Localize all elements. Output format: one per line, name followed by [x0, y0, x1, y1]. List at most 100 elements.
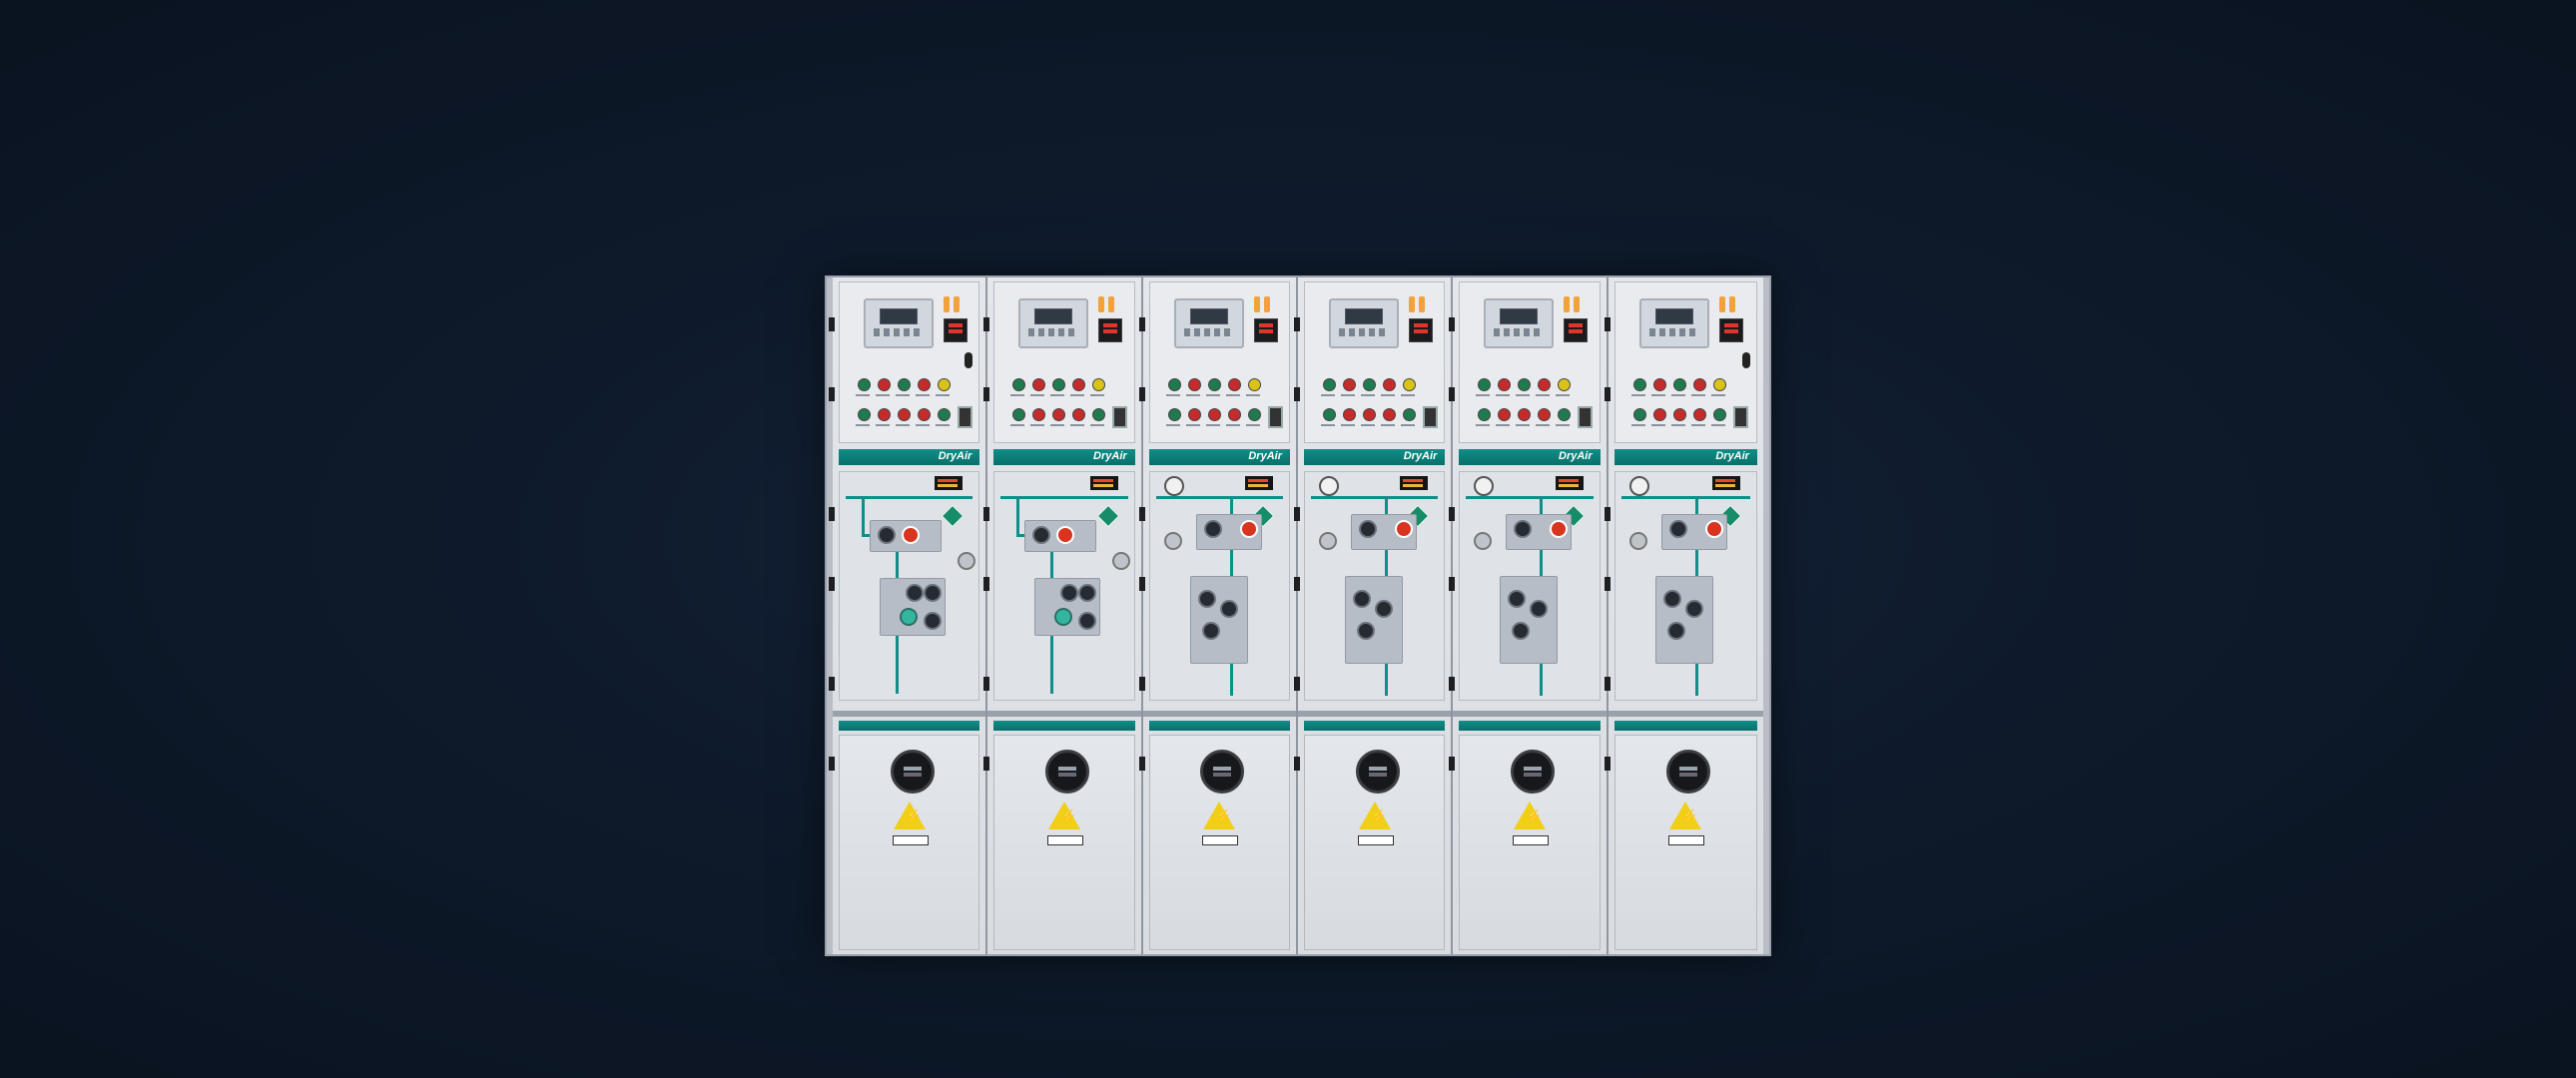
push-button[interactable]: [898, 408, 911, 421]
door-lock-icon[interactable]: [965, 352, 973, 368]
door-hinge: [1138, 507, 1145, 521]
push-button[interactable]: [1342, 408, 1356, 421]
operating-knob[interactable]: [878, 526, 896, 544]
protection-relay[interactable]: [1018, 298, 1089, 348]
brand-logo: DryAir: [1093, 450, 1127, 462]
push-button[interactable]: [1382, 408, 1396, 421]
lamp-label: [896, 394, 910, 396]
status-flag-icon: [1239, 520, 1258, 538]
push-button[interactable]: [938, 408, 951, 421]
operating-knob[interactable]: [1356, 622, 1375, 640]
relay-keypad[interactable]: [1494, 328, 1543, 336]
disconnector-block: [1189, 576, 1248, 664]
cable-compartment-door[interactable]: ⚡: [839, 735, 980, 950]
operating-knob[interactable]: [1358, 520, 1377, 538]
push-button[interactable]: [1478, 408, 1492, 421]
door-hinge: [1293, 507, 1300, 521]
push-button[interactable]: [1632, 408, 1646, 421]
relay-keypad[interactable]: [874, 328, 922, 336]
operating-knob[interactable]: [1197, 590, 1216, 608]
lamp-label: [1670, 394, 1685, 396]
push-button[interactable]: [1227, 408, 1241, 421]
relay-screen: [1500, 308, 1539, 324]
operating-knob[interactable]: [1219, 600, 1238, 618]
interlock-knob[interactable]: [900, 608, 918, 626]
cable-compartment-door[interactable]: ⚡: [1613, 735, 1757, 950]
disconnector-block: [1500, 576, 1559, 664]
fuse-indicator: [1418, 296, 1425, 312]
protection-relay[interactable]: [864, 298, 934, 348]
indicator-lamp: [858, 378, 871, 391]
relay-keypad[interactable]: [1648, 328, 1697, 336]
cable-compartment-door[interactable]: ⚡: [1459, 735, 1601, 950]
push-button[interactable]: [1072, 408, 1086, 421]
push-button[interactable]: [1498, 408, 1512, 421]
protection-relay[interactable]: [1638, 298, 1709, 348]
push-button[interactable]: [1362, 408, 1376, 421]
selector-switch[interactable]: [958, 406, 972, 428]
push-button[interactable]: [878, 408, 891, 421]
indicator-lamp: [1518, 378, 1532, 391]
push-button[interactable]: [1167, 408, 1181, 421]
selector-switch[interactable]: [1267, 406, 1283, 428]
button-label: [1496, 424, 1511, 426]
door-hinge: [1449, 387, 1456, 401]
push-button[interactable]: [1672, 408, 1686, 421]
push-button[interactable]: [1402, 408, 1416, 421]
operating-knob[interactable]: [924, 612, 942, 630]
operating-knob[interactable]: [1203, 520, 1222, 538]
push-button[interactable]: [1092, 408, 1106, 421]
operating-knob[interactable]: [906, 584, 924, 602]
push-button[interactable]: [918, 408, 931, 421]
digital-meter: [1564, 318, 1589, 342]
push-button[interactable]: [1712, 408, 1726, 421]
push-button[interactable]: [1032, 408, 1046, 421]
push-button[interactable]: [1052, 408, 1066, 421]
operating-knob[interactable]: [1684, 600, 1703, 618]
warning-placard: [892, 835, 929, 845]
cross-rail: [1297, 711, 1452, 717]
cross-rail: [987, 711, 1141, 717]
brand-band: DryAir: [839, 449, 980, 465]
operating-knob[interactable]: [1374, 600, 1393, 618]
relay-screen: [1189, 308, 1228, 324]
operating-knob[interactable]: [1668, 520, 1687, 538]
push-button[interactable]: [1692, 408, 1706, 421]
selector-switch[interactable]: [1422, 406, 1438, 428]
push-button[interactable]: [1518, 408, 1532, 421]
operating-knob[interactable]: [924, 584, 942, 602]
protection-relay[interactable]: [1328, 298, 1399, 348]
protection-relay[interactable]: [1173, 298, 1244, 348]
cable-compartment-door[interactable]: ⚡: [993, 735, 1135, 950]
selector-switch[interactable]: [1112, 406, 1128, 428]
push-button[interactable]: [1538, 408, 1552, 421]
lamp-label: [916, 394, 930, 396]
selector-switch[interactable]: [1578, 406, 1594, 428]
push-button[interactable]: [858, 408, 871, 421]
push-button[interactable]: [1322, 408, 1336, 421]
operating-knob[interactable]: [1662, 590, 1681, 608]
display-indicator: [1089, 476, 1118, 490]
selector-switch[interactable]: [1732, 406, 1748, 428]
push-button[interactable]: [1207, 408, 1221, 421]
button-label: [1650, 424, 1665, 426]
cable-compartment-door[interactable]: ⚡: [1148, 735, 1290, 950]
push-button[interactable]: [1558, 408, 1572, 421]
door-lock-icon[interactable]: [1741, 352, 1750, 368]
push-button[interactable]: [1012, 408, 1026, 421]
brand-band: DryAir: [1148, 449, 1290, 465]
indicator-lamp: [1362, 378, 1376, 391]
protection-relay[interactable]: [1484, 298, 1555, 348]
mimic-diagram-panel: [839, 471, 980, 701]
relay-keypad[interactable]: [1183, 328, 1232, 336]
push-button[interactable]: [1247, 408, 1261, 421]
push-button[interactable]: [1187, 408, 1201, 421]
operating-knob[interactable]: [1352, 590, 1371, 608]
indicator-lamp: [1538, 378, 1552, 391]
push-button[interactable]: [1652, 408, 1666, 421]
operating-knob[interactable]: [1201, 622, 1220, 640]
operating-knob[interactable]: [1666, 622, 1685, 640]
relay-keypad[interactable]: [1338, 328, 1387, 336]
relay-keypad[interactable]: [1028, 328, 1077, 336]
cable-compartment-door[interactable]: ⚡: [1303, 735, 1446, 950]
